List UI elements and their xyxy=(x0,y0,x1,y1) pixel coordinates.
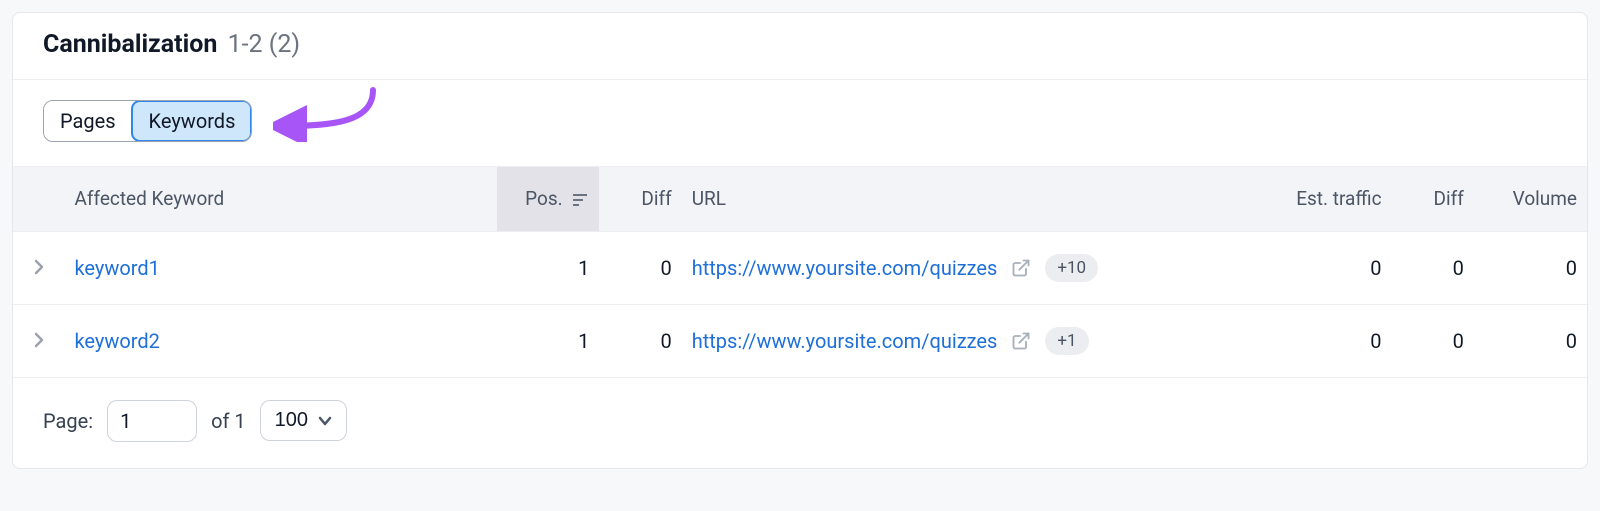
table-row: keyword2 1 0 https://www.yoursite.com/qu… xyxy=(13,304,1587,377)
url-link[interactable]: https://www.yoursite.com/quizzes xyxy=(692,256,998,280)
chevron-down-icon xyxy=(318,409,332,432)
col-pos-label: Pos. xyxy=(525,187,563,210)
more-urls-badge[interactable]: +1 xyxy=(1045,327,1088,355)
col-expand xyxy=(13,166,64,231)
cell-pos: 1 xyxy=(497,231,600,304)
table-header-row: Affected Keyword Pos. Diff URL Est. traf… xyxy=(13,166,1587,231)
tabs-row: Pages Keywords xyxy=(13,80,1587,166)
results-table: Affected Keyword Pos. Diff URL Est. traf… xyxy=(13,166,1587,378)
page-size-value: 100 xyxy=(275,409,308,432)
cell-diff2: 0 xyxy=(1392,231,1474,304)
cell-diff: 0 xyxy=(599,231,681,304)
keyword-link[interactable]: keyword1 xyxy=(74,256,159,280)
col-pos[interactable]: Pos. xyxy=(497,166,600,231)
cell-est-traffic: 0 xyxy=(1258,304,1392,377)
pagination-label: Page: xyxy=(43,409,93,433)
annotation-arrow xyxy=(273,82,403,142)
chevron-right-icon[interactable] xyxy=(33,329,45,353)
cell-pos: 1 xyxy=(497,304,600,377)
table-row: keyword1 1 0 https://www.yoursite.com/qu… xyxy=(13,231,1587,304)
cell-diff2: 0 xyxy=(1392,304,1474,377)
title-range: 1-2 (2) xyxy=(228,30,301,59)
page-size-select[interactable]: 100 xyxy=(260,400,347,441)
col-url[interactable]: URL xyxy=(682,166,1258,231)
page-number-input[interactable] xyxy=(107,400,197,442)
pagination: Page: of 1 100 xyxy=(13,378,1587,468)
tab-keywords[interactable]: Keywords xyxy=(132,101,252,141)
external-link-icon[interactable] xyxy=(1011,331,1031,351)
col-diff2[interactable]: Diff xyxy=(1392,166,1474,231)
cell-est-traffic: 0 xyxy=(1258,231,1392,304)
sort-icon xyxy=(573,188,589,211)
keyword-link[interactable]: keyword2 xyxy=(74,329,159,353)
more-urls-badge[interactable]: +10 xyxy=(1045,254,1098,282)
chevron-right-icon[interactable] xyxy=(33,256,45,280)
col-volume[interactable]: Volume xyxy=(1474,166,1587,231)
cannibalization-panel: Cannibalization 1-2 (2) Pages Keywords xyxy=(12,12,1588,469)
pagination-of-text: of 1 xyxy=(211,409,246,433)
cell-volume: 0 xyxy=(1474,304,1587,377)
col-affected-keyword[interactable]: Affected Keyword xyxy=(64,166,496,231)
cell-diff: 0 xyxy=(599,304,681,377)
page-title: Cannibalization 1-2 (2) xyxy=(43,31,1557,59)
tab-pages[interactable]: Pages xyxy=(44,101,132,141)
url-link[interactable]: https://www.yoursite.com/quizzes xyxy=(692,329,998,353)
panel-header: Cannibalization 1-2 (2) xyxy=(13,13,1587,80)
col-diff[interactable]: Diff xyxy=(599,166,681,231)
cell-volume: 0 xyxy=(1474,231,1587,304)
view-toggle: Pages Keywords xyxy=(43,100,252,142)
url-cell: https://www.yoursite.com/quizzes +1 xyxy=(692,327,1248,355)
url-cell: https://www.yoursite.com/quizzes +10 xyxy=(692,254,1248,282)
external-link-icon[interactable] xyxy=(1011,258,1031,278)
col-est-traffic[interactable]: Est. traffic xyxy=(1258,166,1392,231)
title-text: Cannibalization xyxy=(43,30,217,59)
